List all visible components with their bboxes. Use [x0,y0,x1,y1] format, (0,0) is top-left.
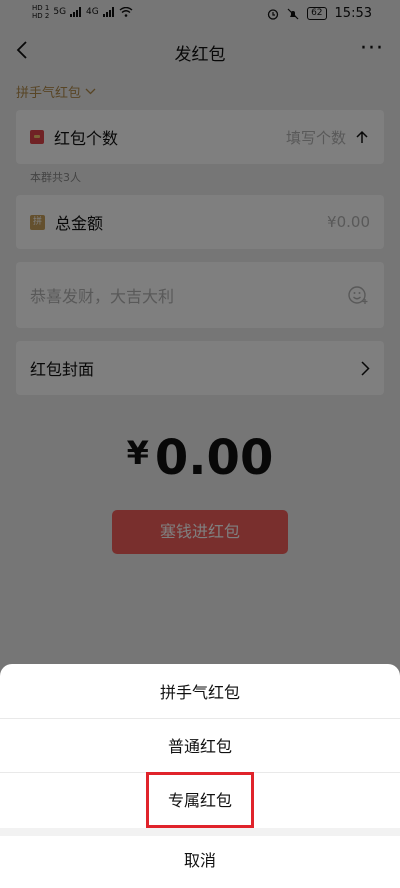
option-lucky-packet[interactable]: 拼手气红包 [0,664,400,719]
highlight-box [146,772,254,828]
option-normal-packet[interactable]: 普通红包 [0,719,400,773]
sheet-divider [0,828,400,836]
cancel-button[interactable]: 取消 [0,836,400,888]
